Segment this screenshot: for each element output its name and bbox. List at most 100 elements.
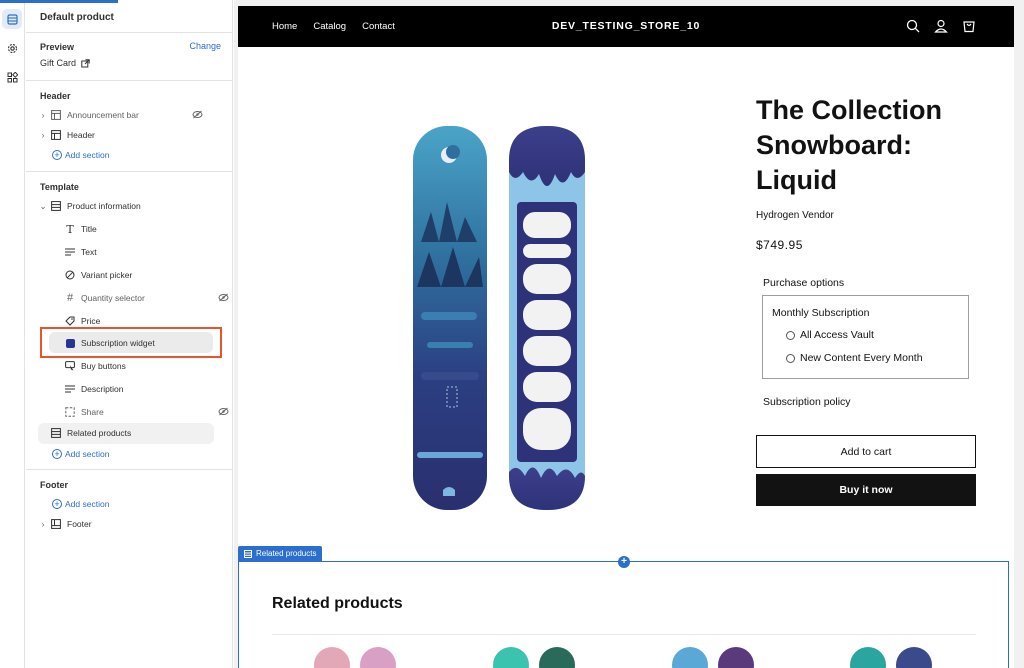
section-icon — [48, 519, 64, 529]
variant-icon — [62, 270, 78, 280]
template-title: Default product — [40, 12, 114, 23]
block-label: Variant picker — [81, 270, 133, 280]
option-new-content[interactable]: New Content Every Month — [786, 352, 923, 364]
header-group-label: Header — [40, 91, 71, 101]
apps-icon[interactable] — [2, 67, 22, 87]
option-label: New Content Every Month — [800, 352, 923, 364]
subscription-policy-link[interactable]: Subscription policy — [763, 396, 851, 408]
section-icon — [48, 130, 64, 140]
product-title: The Collection Snowboard: Liquid — [756, 95, 943, 195]
sidebar-item-footer[interactable]: › Footer — [38, 514, 92, 534]
subscription-widget: Monthly Subscription All Access Vault Ne… — [762, 295, 969, 379]
subscription-app-icon — [62, 338, 78, 348]
add-to-cart-button[interactable]: Add to cart — [756, 435, 976, 468]
divider — [26, 171, 233, 172]
hidden-eye-icon[interactable] — [218, 293, 229, 302]
purchase-options-label: Purchase options — [763, 277, 845, 289]
divider — [26, 32, 233, 33]
block-label: Description — [81, 384, 124, 394]
add-section-button[interactable]: + Add section — [52, 494, 109, 514]
hash-icon: # — [66, 292, 74, 304]
sidebar-item-label: Product information — [67, 201, 141, 211]
plus-circle-icon: + — [52, 150, 62, 160]
store-logo-text[interactable]: DEV_TESTING_STORE_10 — [238, 20, 1014, 32]
block-label: Share — [81, 407, 104, 417]
share-icon — [62, 407, 78, 417]
settings-icon[interactable] — [2, 38, 22, 58]
change-preview-link[interactable]: Change — [189, 41, 221, 51]
block-share[interactable]: Share — [62, 402, 229, 422]
block-label: Title — [81, 224, 97, 234]
block-label: Buy buttons — [81, 361, 126, 371]
product-image[interactable] — [271, 92, 729, 547]
chevron-right-icon[interactable]: › — [38, 130, 48, 140]
text-lines-icon — [62, 385, 78, 393]
related-section-tag[interactable]: Related products — [238, 546, 323, 561]
product-vendor: Hydrogen Vendor — [756, 210, 834, 221]
external-link-icon[interactable] — [81, 58, 90, 68]
section-icon — [244, 549, 252, 558]
plus-circle-icon: + — [52, 449, 62, 459]
divider — [26, 80, 233, 81]
related-tag-label: Related products — [256, 549, 317, 558]
subscription-heading: Monthly Subscription — [772, 307, 870, 319]
preview-product-label: Gift Card — [40, 58, 77, 68]
divider — [272, 634, 976, 635]
block-label: Text — [81, 247, 97, 257]
storefront: Home Catalog Contact DEV_TESTING_STORE_1… — [238, 6, 1014, 668]
template-group-label: Template — [40, 182, 79, 192]
add-section-plus-button[interactable]: + — [618, 556, 630, 568]
chevron-down-icon[interactable]: ⌄ — [38, 201, 48, 212]
block-description[interactable]: Description — [62, 379, 124, 399]
sidebar-item-label: Header — [67, 130, 95, 140]
block-quantity-selector[interactable]: # Quantity selector — [62, 288, 229, 308]
hidden-eye-icon[interactable] — [192, 110, 203, 119]
sidebar-item-header[interactable]: › Header — [38, 125, 228, 145]
block-title[interactable]: T Title — [62, 219, 97, 239]
block-label: Quantity selector — [81, 293, 145, 303]
price-tag-icon — [62, 316, 78, 326]
add-section-button[interactable]: + Add section — [52, 444, 109, 464]
add-section-label: Add section — [65, 449, 110, 459]
add-section-label: Add section — [65, 499, 110, 509]
search-icon[interactable] — [906, 19, 920, 33]
cart-icon[interactable] — [962, 19, 976, 33]
section-icon — [48, 428, 64, 438]
sidebar-item-label: Announcement bar — [67, 110, 139, 120]
option-all-access-vault[interactable]: All Access Vault — [786, 329, 874, 341]
editor-sidebar: Default product Preview Change Gift Card… — [26, 0, 233, 668]
block-text[interactable]: Text — [62, 242, 97, 262]
block-label: Subscription widget — [81, 338, 155, 348]
add-section-button[interactable]: + Add section — [52, 145, 109, 165]
sidebar-item-product-information[interactable]: ⌄ Product information — [38, 196, 228, 216]
header-icons — [906, 19, 976, 33]
preview-product[interactable]: Gift Card — [40, 58, 90, 68]
preview-label: Preview — [40, 42, 75, 52]
loading-bar — [0, 0, 118, 3]
theme-preview: Home Catalog Contact DEV_TESTING_STORE_1… — [234, 0, 1024, 668]
section-icon — [48, 110, 64, 120]
radio-button[interactable] — [786, 353, 795, 363]
chevron-right-icon[interactable]: › — [38, 110, 48, 120]
icon-rail — [0, 0, 118, 668]
store-header: Home Catalog Contact DEV_TESTING_STORE_1… — [238, 6, 1014, 47]
block-price[interactable]: Price — [62, 311, 100, 331]
sidebar-item-related-products[interactable]: Related products — [48, 423, 131, 443]
add-section-label: Add section — [65, 150, 110, 160]
block-label: Price — [81, 316, 101, 326]
sections-icon[interactable] — [2, 9, 22, 29]
block-buy-buttons[interactable]: Buy buttons — [62, 356, 126, 376]
cursor-button-icon — [62, 361, 78, 371]
plus-circle-icon: + — [52, 499, 62, 509]
hidden-eye-icon[interactable] — [218, 407, 229, 416]
buy-now-button[interactable]: Buy it now — [756, 474, 976, 506]
radio-button[interactable] — [786, 330, 795, 340]
sidebar-item-announcement-bar[interactable]: › Announcement bar — [38, 105, 228, 125]
divider — [26, 469, 233, 470]
chevron-right-icon[interactable]: › — [38, 519, 48, 529]
sidebar-item-label: Footer — [67, 519, 92, 529]
title-icon: T — [66, 222, 74, 236]
block-subscription-widget[interactable]: Subscription widget — [62, 333, 155, 353]
account-icon[interactable] — [934, 19, 948, 33]
block-variant-picker[interactable]: Variant picker — [62, 265, 132, 285]
